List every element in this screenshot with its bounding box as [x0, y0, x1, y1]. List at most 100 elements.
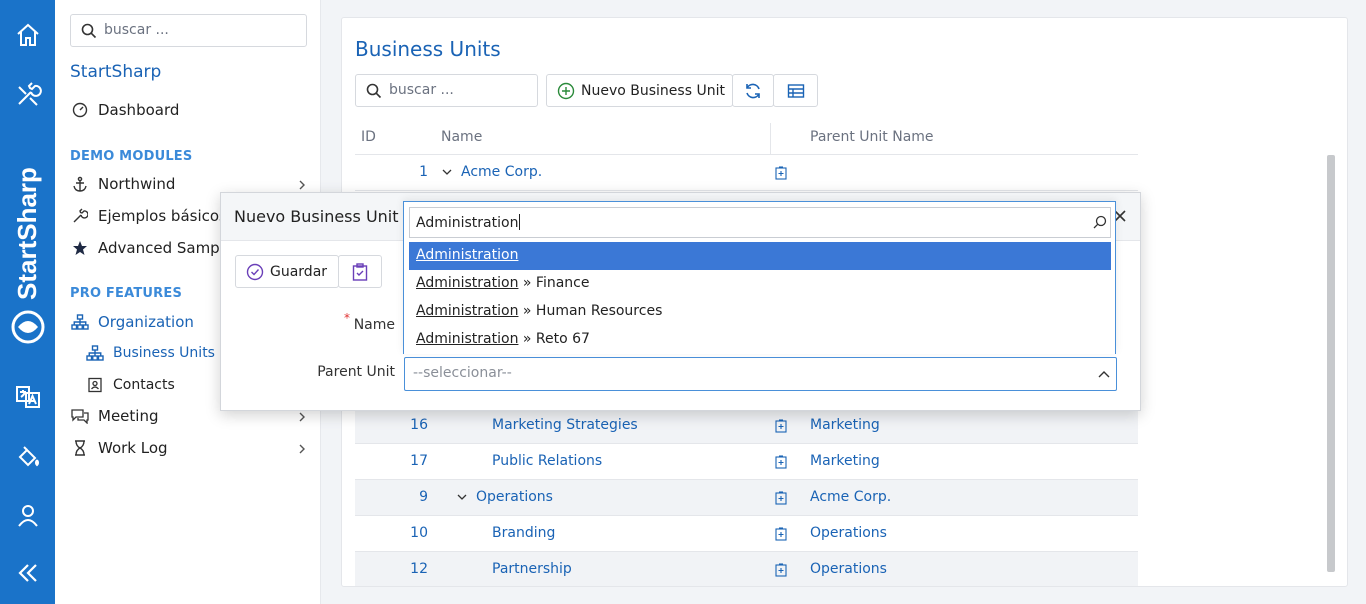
- page-title: Business Units: [355, 37, 501, 61]
- table-row[interactable]: 1 Acme Corp.: [355, 155, 1138, 191]
- sidebar-item-northwind[interactable]: Northwind: [70, 173, 175, 195]
- chevron-right-icon[interactable]: [296, 411, 308, 423]
- cell-name-text: Acme Corp.: [461, 164, 543, 180]
- parent-unit-label: Parent Unit: [317, 364, 395, 380]
- column-header-id[interactable]: ID: [361, 129, 376, 145]
- add-child-icon[interactable]: [775, 419, 787, 433]
- clipboard-check-icon: [352, 262, 368, 281]
- column-header-parent[interactable]: Parent Unit Name: [810, 129, 934, 145]
- tools-icon[interactable]: [11, 78, 45, 112]
- cell-id: 9: [419, 489, 428, 505]
- cell-parent[interactable]: Marketing: [810, 417, 880, 433]
- sidebar-item-label: Dashboard: [98, 101, 180, 119]
- table-row[interactable]: 10 Branding Operations: [355, 516, 1138, 552]
- sidebar-search-placeholder: buscar ...: [104, 22, 169, 38]
- dropdown-option[interactable]: Administration » Human Resources: [409, 298, 1111, 326]
- section-header-pro: PRO FEATURES: [70, 286, 183, 301]
- anchor-icon: [70, 174, 90, 194]
- apply-changes-button[interactable]: [338, 255, 382, 288]
- sidebar-item-label: Organization: [98, 313, 194, 331]
- cell-parent[interactable]: Operations: [810, 525, 887, 541]
- refresh-icon: [746, 83, 760, 98]
- cell-id: 1: [419, 164, 428, 180]
- sidebar-item-dashboard[interactable]: Dashboard: [70, 99, 179, 121]
- sidebar-brand[interactable]: StartSharp: [70, 62, 161, 82]
- cell-name-text: Partnership: [492, 561, 572, 577]
- sidebar-item-label: Work Log: [98, 439, 168, 457]
- grid-scrollbar[interactable]: [1327, 155, 1335, 572]
- table-row[interactable]: 16 Marketing Strategies Marketing: [355, 408, 1138, 444]
- chevron-right-icon[interactable]: [296, 443, 308, 455]
- parent-unit-dropdown: Administration Administration Administrat…: [403, 201, 1116, 354]
- add-circle-icon: [557, 82, 575, 99]
- new-business-unit-button[interactable]: Nuevo Business Unit: [546, 74, 733, 107]
- contact-card-icon: [85, 375, 105, 395]
- dropdown-option[interactable]: Administration » Finance: [409, 270, 1111, 298]
- cell-name[interactable]: Marketing Strategies: [492, 417, 638, 433]
- brand-logo: StartSharp: [8, 140, 48, 350]
- column-header-name[interactable]: Name: [441, 129, 482, 145]
- refresh-button[interactable]: [732, 74, 774, 107]
- chevron-down-icon[interactable]: [456, 491, 468, 503]
- grid-search-input[interactable]: buscar ...: [355, 74, 538, 107]
- cell-name[interactable]: Acme Corp.: [441, 164, 542, 180]
- cell-id: 12: [410, 561, 428, 577]
- sidebar-search-input[interactable]: buscar ...: [70, 14, 307, 47]
- cell-name[interactable]: Partnership: [492, 561, 572, 577]
- chevron-up-icon: [1098, 371, 1110, 378]
- option-rest-text: » Finance: [518, 275, 590, 291]
- sitemap-icon: [70, 312, 90, 332]
- sitemap-icon: [85, 343, 105, 363]
- cell-name[interactable]: Operations: [456, 489, 553, 505]
- home-icon[interactable]: [11, 18, 45, 52]
- grid-header: ID Name Parent Unit Name: [355, 123, 1138, 155]
- svg-text:StartSharp: StartSharp: [12, 167, 42, 300]
- sidebar-item-ejemplos[interactable]: Ejemplos básicos: [70, 205, 227, 227]
- column-picker-button[interactable]: [773, 74, 818, 107]
- check-circle-icon: [246, 263, 264, 280]
- collapse-icon[interactable]: [11, 556, 45, 590]
- table-row[interactable]: 9 Operations Acme Corp.: [355, 480, 1138, 516]
- cell-parent[interactable]: Operations: [810, 561, 887, 577]
- paint-bucket-icon[interactable]: [11, 440, 45, 474]
- save-button[interactable]: Guardar: [235, 255, 339, 288]
- parent-unit-select[interactable]: --seleccionar--: [404, 357, 1117, 391]
- dropdown-option[interactable]: Administration » Reto 67: [409, 326, 1111, 354]
- cell-name-text: Marketing Strategies: [492, 417, 638, 433]
- translate-icon[interactable]: [11, 380, 45, 414]
- sidebar-item-work-log[interactable]: Work Log: [70, 437, 168, 459]
- gauge-icon: [70, 100, 90, 120]
- add-child-icon[interactable]: [775, 527, 787, 541]
- search-icon: [366, 83, 382, 99]
- sidebar-item-label: Ejemplos básicos: [98, 207, 227, 225]
- sidebar-item-organization[interactable]: Organization: [70, 311, 194, 333]
- add-child-icon[interactable]: [775, 166, 787, 180]
- save-button-label: Guardar: [270, 263, 328, 280]
- sidebar-item-label: Business Units: [113, 345, 215, 361]
- cell-name[interactable]: Branding: [492, 525, 555, 541]
- dialog-title: Nuevo Business Unit: [234, 207, 399, 226]
- add-child-icon[interactable]: [775, 563, 787, 577]
- add-child-icon[interactable]: [775, 455, 787, 469]
- sidebar-item-meeting[interactable]: Meeting: [70, 405, 158, 427]
- table-row[interactable]: 12 Partnership Operations: [355, 552, 1138, 586]
- sidebar-item-advanced[interactable]: Advanced Samples: [70, 237, 241, 259]
- table-row[interactable]: 17 Public Relations Marketing: [355, 444, 1138, 480]
- sidebar-item-label: Northwind: [98, 175, 176, 193]
- user-icon[interactable]: [11, 498, 45, 532]
- chevron-down-icon[interactable]: [441, 166, 453, 178]
- dropdown-search-input[interactable]: Administration: [409, 207, 1111, 238]
- add-child-icon[interactable]: [775, 491, 787, 505]
- dropdown-search-value: Administration: [416, 215, 519, 231]
- cell-parent[interactable]: Acme Corp.: [810, 489, 891, 505]
- star-icon: [70, 238, 90, 258]
- section-header-demo: DEMO MODULES: [70, 149, 193, 164]
- chevron-right-icon[interactable]: [296, 179, 308, 191]
- cell-name[interactable]: Public Relations: [492, 453, 602, 469]
- cell-parent[interactable]: Marketing: [810, 453, 880, 469]
- sidebar-item-contacts[interactable]: Contacts: [85, 374, 175, 396]
- parent-unit-placeholder: --seleccionar--: [413, 365, 512, 381]
- sidebar-item-business-units[interactable]: Business Units: [85, 342, 215, 364]
- cell-name-text: Public Relations: [492, 453, 603, 469]
- dropdown-option[interactable]: Administration: [409, 242, 1111, 270]
